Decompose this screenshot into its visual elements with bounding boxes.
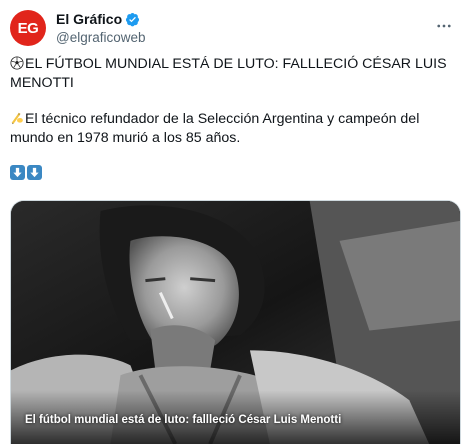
arrow-emojis (10, 165, 450, 180)
handle[interactable]: @elgraficoweb (56, 29, 146, 46)
more-dots-glyph (437, 24, 451, 28)
tweet-text: EL FÚTBOL MUNDIAL ESTÁ DE LUTO: FALLLECI… (10, 55, 450, 180)
tweet-media-card[interactable]: El fútbol mundial está de luto: fallleci… (10, 200, 461, 444)
author-names: El Gráfico @elgraficoweb (56, 11, 146, 46)
media-caption: El fútbol mundial está de luto: fallleci… (25, 414, 342, 426)
avatar[interactable]: EG (10, 10, 46, 46)
tweet-header: EG El Gráfico @elgraficoweb (10, 10, 460, 50)
writing-hand-icon (11, 112, 23, 125)
display-name[interactable]: El Gráfico (56, 11, 122, 28)
avatar-logo-text: EG (17, 19, 39, 37)
arrow-down-icon (27, 165, 42, 180)
arrow-down-icon (10, 165, 25, 180)
display-name-row: El Gráfico (56, 11, 146, 28)
body-text: El técnico refundador de la Selección Ar… (10, 111, 424, 146)
body-paragraph: El técnico refundador de la Selección Ar… (10, 110, 450, 148)
headline-text: EL FÚTBOL MUNDIAL ESTÁ DE LUTO: FALLLECI… (10, 56, 451, 91)
headline-paragraph: EL FÚTBOL MUNDIAL ESTÁ DE LUTO: FALLLECI… (10, 55, 450, 93)
verified-icon (126, 12, 140, 27)
tweet-card[interactable]: EG El Gráfico @elgraficoweb EL FÚTBOL MU… (0, 0, 470, 444)
news-photo (11, 201, 460, 444)
more-icon[interactable] (434, 16, 454, 36)
soccer-ball-icon (10, 56, 24, 70)
